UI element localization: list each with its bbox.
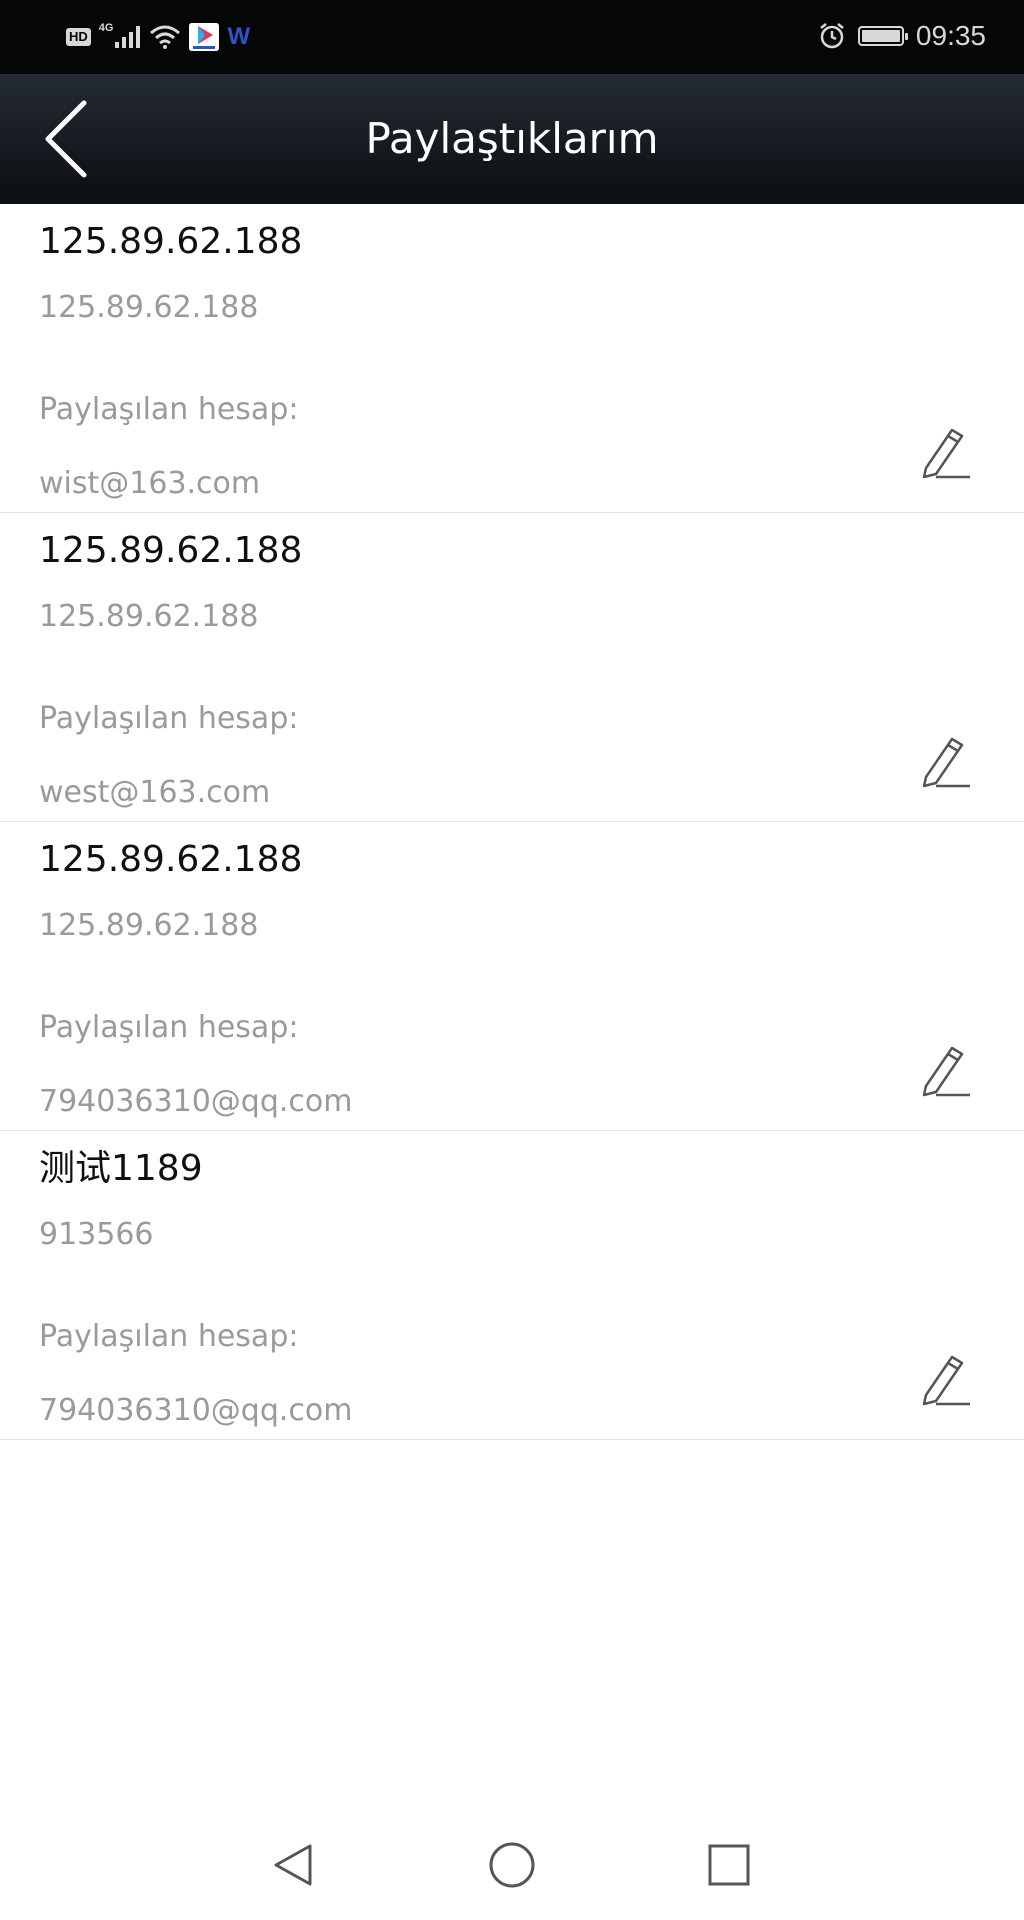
alarm-icon	[820, 23, 844, 49]
hd-icon: HD	[66, 28, 91, 46]
nav-home-button[interactable]	[477, 1830, 547, 1900]
wifi-icon	[150, 25, 181, 49]
battery-icon	[857, 26, 908, 46]
nav-back-button[interactable]	[258, 1830, 328, 1900]
system-navigation-bar	[0, 1810, 1024, 1920]
pencil-icon	[922, 1355, 970, 1406]
shared-account-label: Paylaşılan hesap:	[39, 1319, 299, 1354]
device-address: 125.89.62.188	[39, 599, 259, 634]
video-app-notification-icon	[189, 23, 220, 51]
list-item[interactable]: 测试1189 913566 Paylaşılan hesap: 79403631…	[0, 1131, 1024, 1440]
device-name: 125.89.62.188	[39, 221, 303, 262]
shared-account-value: 794036310@qq.com	[39, 1084, 353, 1119]
device-address: 913566	[39, 1217, 154, 1252]
list-item[interactable]: 125.89.62.188 125.89.62.188 Paylaşılan h…	[0, 822, 1024, 1131]
signal-icon	[115, 26, 141, 48]
clock: 09:35	[915, 20, 986, 51]
w-app-notification-icon: W	[227, 23, 251, 50]
status-bar: HD 4G W 09:35	[0, 0, 1024, 74]
page-title: Paylaştıklarım	[365, 114, 659, 163]
device-name: 125.89.62.188	[39, 530, 303, 571]
shared-account-label: Paylaşılan hesap:	[39, 392, 299, 427]
shared-account-value: wist@163.com	[39, 466, 261, 501]
device-name: 125.89.62.188	[39, 839, 303, 880]
battery-level	[861, 30, 900, 42]
status-right-icons: 09:35	[818, 18, 986, 54]
device-address: 125.89.62.188	[39, 908, 259, 943]
shared-account-label: Paylaşılan hesap:	[39, 1010, 299, 1045]
shared-account-label: Paylaşılan hesap:	[39, 701, 299, 736]
device-address: 125.89.62.188	[39, 290, 259, 325]
edit-button[interactable]	[912, 1040, 972, 1100]
pencil-icon	[922, 737, 970, 788]
device-name: 测试1189	[39, 1148, 203, 1189]
app-header: Paylaştıklarım	[0, 74, 1024, 204]
circle-home-icon	[489, 1842, 535, 1888]
list-item[interactable]: 125.89.62.188 125.89.62.188 Paylaşılan h…	[0, 204, 1024, 513]
shared-account-value: 794036310@qq.com	[39, 1393, 353, 1428]
status-left-icons: HD 4G W	[66, 22, 250, 52]
edit-button[interactable]	[912, 422, 972, 482]
triangle-back-icon	[274, 1844, 312, 1886]
shared-account-value: west@163.com	[39, 775, 271, 810]
network-type-label: 4G	[98, 22, 114, 34]
pencil-icon	[922, 1046, 970, 1097]
square-recents-icon	[708, 1844, 750, 1886]
pencil-icon	[922, 428, 970, 479]
list-item[interactable]: 125.89.62.188 125.89.62.188 Paylaşılan h…	[0, 513, 1024, 822]
edit-button[interactable]	[912, 731, 972, 791]
edit-button[interactable]	[912, 1349, 972, 1409]
shared-devices-list: 125.89.62.188 125.89.62.188 Paylaşılan h…	[0, 204, 1024, 1440]
nav-recents-button[interactable]	[694, 1830, 764, 1900]
